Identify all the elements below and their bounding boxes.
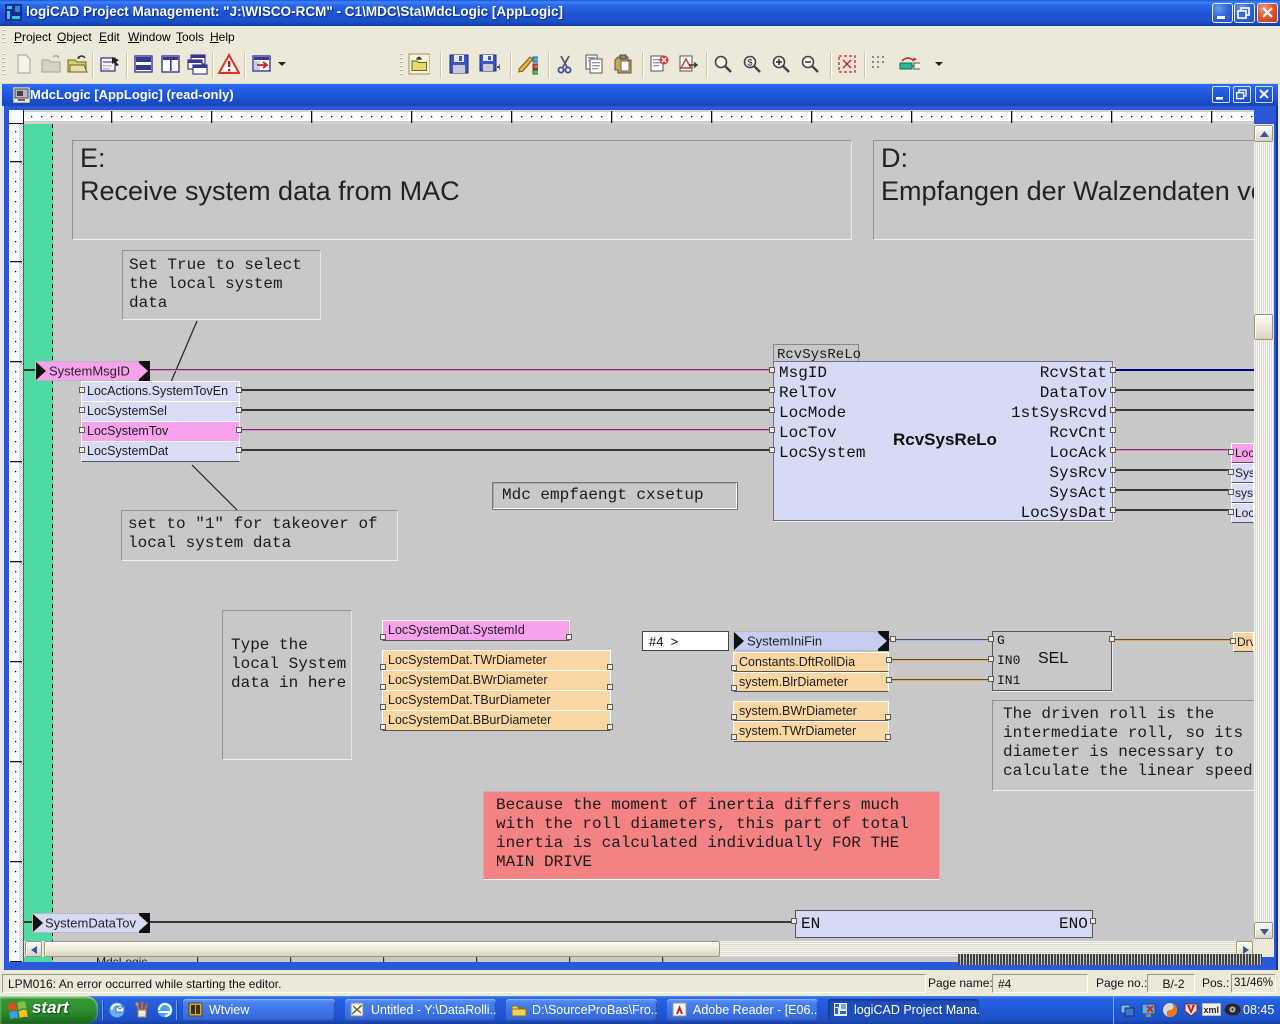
svg-text:xml: xml <box>1204 1005 1220 1015</box>
svg-text:$: $ <box>748 58 753 68</box>
svg-text:SystemDataTov: SystemDataTov <box>45 916 137 931</box>
svg-text:SystemMsgID: SystemMsgID <box>49 364 130 379</box>
svg-text:SystemIniFin: SystemIniFin <box>747 634 822 649</box>
